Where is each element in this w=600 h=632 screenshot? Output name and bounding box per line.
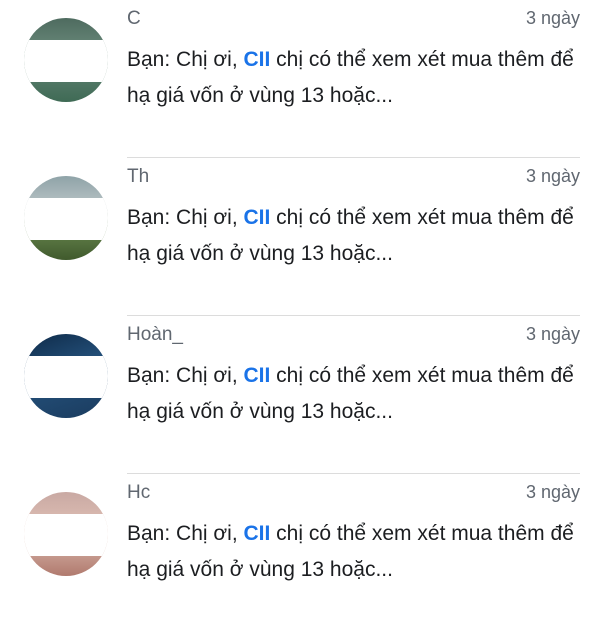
message-list: C 3 ngày Bạn: Chị ơi, CII chị có thể xem… [0,0,600,600]
sender-name: Hc [127,482,151,503]
avatar[interactable] [24,492,108,576]
stock-tag[interactable]: CII [243,364,270,387]
sender-name: Hoàn_ [127,324,183,345]
sender-name: C [127,8,141,29]
message-prefix: Bạn: Chị ơi, [127,364,244,387]
message-preview: Bạn: Chị ơi, CII chị có thể xem xét mua … [127,42,582,114]
message-item[interactable]: Hoàn_ 3 ngày Bạn: Chị ơi, CII chị có thể… [0,316,600,474]
avatar[interactable] [24,18,108,102]
stock-tag[interactable]: CII [243,522,270,545]
message-preview: Bạn: Chị ơi, CII chị có thể xem xét mua … [127,200,582,272]
message-item[interactable]: Hc 3 ngày Bạn: Chị ơi, CII chị có thể xe… [0,474,600,632]
avatar[interactable] [24,334,108,418]
avatar-redaction [24,40,108,82]
stock-tag[interactable]: CII [243,48,270,71]
avatar-redaction [24,356,108,398]
message-time: 3 ngày [525,482,580,502]
message-time: 3 ngày [525,8,580,28]
avatar-redaction [24,514,108,556]
stock-tag[interactable]: CII [243,206,270,229]
message-time: 3 ngày [525,324,580,344]
message-preview: Bạn: Chị ơi, CII chị có thể xem xét mua … [127,358,582,430]
sender-name: Th [127,166,150,187]
message-time: 3 ngày [525,166,580,186]
message-prefix: Bạn: Chị ơi, [127,206,244,229]
avatar[interactable] [24,176,108,260]
avatar-redaction [24,198,108,240]
message-preview: Bạn: Chị ơi, CII chị có thể xem xét mua … [127,516,582,588]
message-item[interactable]: C 3 ngày Bạn: Chị ơi, CII chị có thể xem… [0,0,600,158]
message-prefix: Bạn: Chị ơi, [127,48,244,71]
message-prefix: Bạn: Chị ơi, [127,522,244,545]
message-item[interactable]: Th 3 ngày Bạn: Chị ơi, CII chị có thể xe… [0,158,600,316]
